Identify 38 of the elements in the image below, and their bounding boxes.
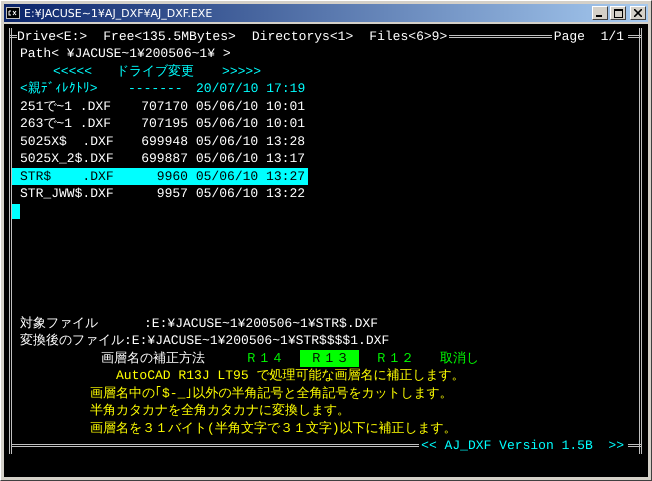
file-row[interactable]: 251で~1 .DXF 707170 05/06/10 10:01 <box>12 98 308 115</box>
description-text: 半角カタカナを全角カタカナに変換します。 <box>90 402 350 420</box>
maximize-button[interactable] <box>610 6 626 20</box>
correction-method-label: 画層名の補正方法 <box>101 350 205 367</box>
close-button[interactable] <box>630 6 646 20</box>
file-row[interactable]: STR$ .DXF 9960 05/06/10 13:27 <box>12 168 308 185</box>
converted-file-path: :E:¥JACUSE~1¥200506~1¥STR$$$$1.DXF <box>124 332 390 350</box>
target-file-path: :E:¥JACUSE~1¥200506~1¥STR$.DXF <box>144 314 378 332</box>
text-cursor <box>12 204 20 219</box>
file-count: Files<6>9> <box>369 28 448 45</box>
correction-option[interactable]: Ｒ１４ <box>235 350 294 367</box>
file-row[interactable]: 5025X_2$.DXF 699887 05/06/10 13:17 <box>12 150 308 168</box>
parent-directory-row[interactable]: <親ﾃﾞｨﾚｸﾄﾘ> ------- 20/07/10 17:19 <box>12 80 322 98</box>
file-row[interactable]: 5025X$ .DXF 699948 05/06/10 13:28 <box>12 132 308 150</box>
version-label: << AJ_DXF Version 1.5B >> <box>421 437 624 454</box>
converted-file-label: 変換後のファイル <box>20 332 124 350</box>
window-title: E:¥JACUSE~1¥AJ_DXF¥AJ_DXF.EXE <box>24 6 212 20</box>
description-text: 画層名中の｢$-_｣以外の半角記号と全角記号をカットします。 <box>90 384 452 402</box>
maximize-icon <box>614 8 622 18</box>
minimize-button[interactable] <box>592 6 608 20</box>
description-text: AutoCAD R13J LT95 で処理可能な画層名に補正します。 <box>116 367 464 384</box>
page-indicator: Page 1/1 <box>554 28 624 45</box>
path-text: Path< ¥JACUSE~1¥200506~1¥ > <box>20 45 231 62</box>
file-row[interactable]: 263で~1 .DXF 707195 05/06/10 10:01 <box>12 115 308 132</box>
drive-change-label[interactable]: ドライブ変更 <box>116 62 194 80</box>
correction-option[interactable]: Ｒ１２ <box>365 350 424 367</box>
correction-option[interactable]: 取消し <box>430 350 489 367</box>
free-space: Free<135.5MBytes> <box>103 28 236 45</box>
directory-count: Directorys<1> <box>252 28 354 45</box>
previous-drive-arrows[interactable]: <<<<< <box>53 62 92 80</box>
target-file-label: 対象ファイル <box>20 314 99 332</box>
drive-label: Drive<E:> <box>17 28 88 45</box>
close-icon <box>634 9 642 17</box>
description-text: 画層名を３１バイト(半角文字で３１文字)以下に補正します。 <box>90 420 457 437</box>
console-icon <box>6 7 20 19</box>
correction-option[interactable]: Ｒ１３ <box>300 350 359 367</box>
next-drive-arrows[interactable]: >>>>> <box>222 62 262 80</box>
file-row[interactable]: STR_JWW$.DXF 9957 05/06/10 13:22 <box>12 185 308 202</box>
